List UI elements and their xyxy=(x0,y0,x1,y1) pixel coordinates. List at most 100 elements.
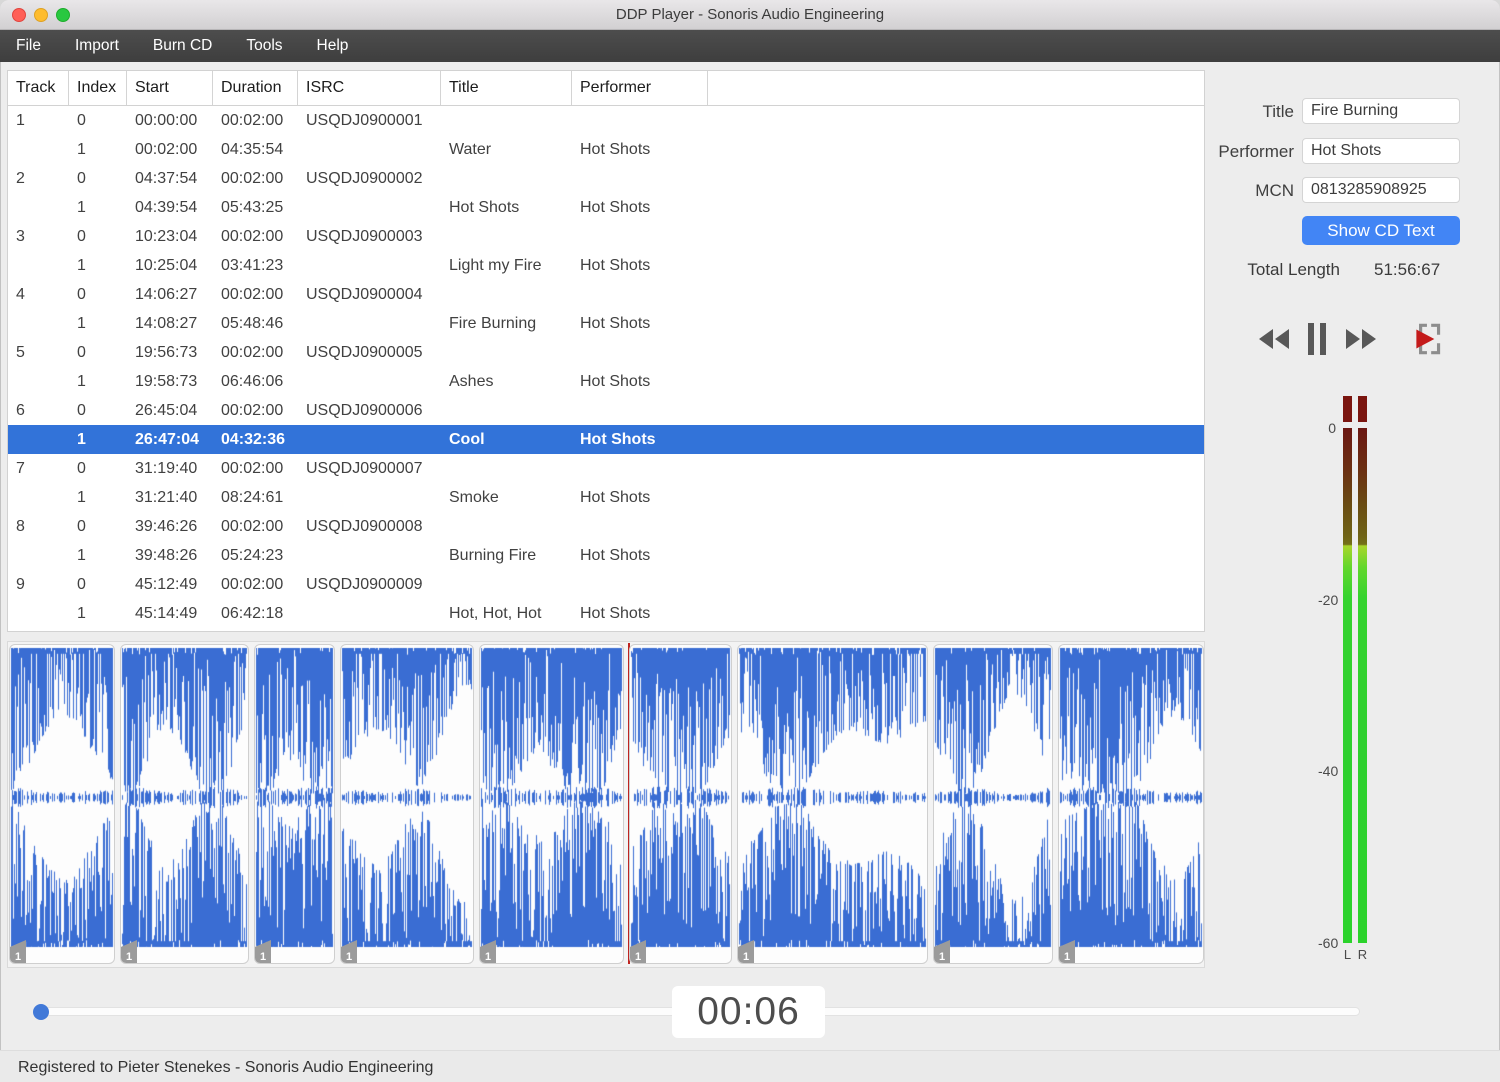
cell-performer xyxy=(572,280,708,309)
waveform-track-9[interactable]: 1 xyxy=(1058,644,1204,964)
cell-start: 00:02:00 xyxy=(135,141,198,158)
cell-isrc xyxy=(298,599,441,628)
track-row[interactable]: 6 0 26:45:04 00:02:00 USQDJ0900006 xyxy=(8,396,1204,425)
track-row[interactable]: 1 04:39:54 05:43:25 Hot Shots Hot Shots xyxy=(8,193,1204,222)
cell-start: 31:21:40 xyxy=(135,489,198,506)
waveform-track-7[interactable]: 1 xyxy=(737,644,928,964)
waveform-track-2[interactable]: 1 xyxy=(120,644,249,964)
play-selection-button[interactable] xyxy=(1408,320,1448,360)
cell-duration: 03:41:23 xyxy=(221,257,284,274)
cell-isrc: USQDJ0900009 xyxy=(306,576,423,593)
cell-index: 1 xyxy=(77,257,86,274)
column-header-filler xyxy=(708,71,1204,105)
cell-performer xyxy=(572,512,708,541)
time-value: 00:06 xyxy=(697,990,800,1033)
menu-file[interactable]: File xyxy=(0,30,58,62)
cell-track xyxy=(8,541,69,570)
waveform-canvas xyxy=(121,645,248,963)
title-field[interactable] xyxy=(1302,98,1460,124)
track-row[interactable]: 1 14:08:27 05:48:46 Fire Burning Hot Shots xyxy=(8,309,1204,338)
column-header-index[interactable]: Index xyxy=(69,71,127,105)
cell-track: 6 xyxy=(16,402,25,419)
cell-track xyxy=(8,367,69,396)
track-row[interactable]: 1 00:02:00 04:35:54 Water Hot Shots xyxy=(8,135,1204,164)
column-header-track[interactable]: Track xyxy=(8,71,69,105)
cell-duration: 00:02:00 xyxy=(221,286,284,303)
cell-performer xyxy=(572,454,708,483)
track-row[interactable]: 1 45:14:49 06:42:18 Hot, Hot, Hot Hot Shots xyxy=(8,599,1204,628)
track-row[interactable]: 1 39:48:26 05:24:23 Burning Fire Hot Shots xyxy=(8,541,1204,570)
seek-slider-thumb[interactable] xyxy=(33,1004,49,1020)
menu-import[interactable]: Import xyxy=(58,30,136,62)
cell-isrc: USQDJ0900001 xyxy=(306,112,423,129)
waveform-view[interactable]: 111111111 xyxy=(7,641,1205,968)
pause-button[interactable] xyxy=(1297,320,1337,360)
mcn-label: MCN xyxy=(1255,181,1294,200)
cell-start: 26:45:04 xyxy=(135,402,198,419)
track-row[interactable]: 1 0 00:00:00 00:02:00 USQDJ0900001 xyxy=(8,106,1204,135)
track-row-selected[interactable]: 1 26:47:04 04:32:36 Cool Hot Shots xyxy=(8,425,1204,454)
db-scale-label: -60 xyxy=(1318,935,1339,952)
cell-start: 14:06:27 xyxy=(135,286,198,303)
cell-title: Fire Burning xyxy=(449,315,537,332)
column-header-performer[interactable]: Performer xyxy=(572,71,708,105)
performer-label: Performer xyxy=(1218,142,1294,161)
column-header-title[interactable]: Title xyxy=(441,71,572,105)
cell-isrc xyxy=(298,483,441,512)
menu-tools[interactable]: Tools xyxy=(229,30,299,62)
fast-forward-icon xyxy=(1345,327,1379,354)
cell-track xyxy=(8,193,69,222)
column-header-isrc[interactable]: ISRC xyxy=(298,71,441,105)
cell-title: Water xyxy=(449,141,492,158)
track-row[interactable]: 8 0 39:46:26 00:02:00 USQDJ0900008 xyxy=(8,512,1204,541)
waveform-track-8[interactable]: 1 xyxy=(933,644,1053,964)
cell-index: 0 xyxy=(77,170,86,187)
cell-isrc xyxy=(298,541,441,570)
cell-title xyxy=(441,222,572,251)
track-table[interactable]: Track Index Start Duration ISRC Title Performe… xyxy=(7,70,1205,632)
cell-title: Light my Fire xyxy=(449,257,542,274)
cell-performer xyxy=(572,222,708,251)
cell-start: 00:00:00 xyxy=(135,112,198,129)
waveform-track-3[interactable]: 1 xyxy=(254,644,335,964)
mcn-field[interactable] xyxy=(1302,177,1460,203)
meter-bar-left xyxy=(1343,428,1352,943)
cell-title xyxy=(441,164,572,193)
performer-field[interactable] xyxy=(1302,138,1460,164)
column-header-duration[interactable]: Duration xyxy=(213,71,298,105)
cell-title xyxy=(441,454,572,483)
rewind-icon xyxy=(1256,327,1290,354)
waveform-track-4[interactable]: 1 xyxy=(340,644,474,964)
cell-title xyxy=(441,280,572,309)
time-display: 00:06 xyxy=(672,986,825,1038)
waveform-track-1[interactable]: 1 xyxy=(9,644,115,964)
track-row[interactable]: 1 31:21:40 08:24:61 Smoke Hot Shots xyxy=(8,483,1204,512)
track-row[interactable]: 2 0 04:37:54 00:02:00 USQDJ0900002 xyxy=(8,164,1204,193)
cell-track: 8 xyxy=(16,518,25,535)
cell-start: 26:47:04 xyxy=(135,431,200,448)
waveform-track-5[interactable]: 1 xyxy=(479,644,624,964)
cell-start: 14:08:27 xyxy=(135,315,198,332)
track-row[interactable]: 5 0 19:56:73 00:02:00 USQDJ0900005 xyxy=(8,338,1204,367)
cell-index: 1 xyxy=(77,547,86,564)
track-row[interactable]: 4 0 14:06:27 00:02:00 USQDJ0900004 xyxy=(8,280,1204,309)
cell-index: 0 xyxy=(77,576,86,593)
menu-help[interactable]: Help xyxy=(300,30,366,62)
track-row[interactable]: 1 10:25:04 03:41:23 Light my Fire Hot Shots xyxy=(8,251,1204,280)
menu-burn-cd[interactable]: Burn CD xyxy=(136,30,229,62)
cell-start: 19:58:73 xyxy=(135,373,198,390)
rewind-button[interactable] xyxy=(1253,320,1293,360)
track-row[interactable]: 1 19:58:73 06:46:06 Ashes Hot Shots xyxy=(8,367,1204,396)
fast-forward-button[interactable] xyxy=(1342,320,1382,360)
waveform-track-6[interactable]: 1 xyxy=(629,644,732,964)
track-row[interactable]: 7 0 31:19:40 00:02:00 USQDJ0900007 xyxy=(8,454,1204,483)
track-row[interactable]: 3 0 10:23:04 00:02:00 USQDJ0900003 xyxy=(8,222,1204,251)
cell-track: 1 xyxy=(16,112,25,129)
column-header-start[interactable]: Start xyxy=(127,71,213,105)
registration-text: Registered to Pieter Stenekes - Sonoris … xyxy=(18,1059,434,1076)
cell-track: 9 xyxy=(16,576,25,593)
show-cd-text-button[interactable]: Show CD Text xyxy=(1302,216,1460,245)
total-length-value: 51:56:67 xyxy=(1374,260,1441,279)
cell-performer xyxy=(572,106,708,135)
track-row[interactable]: 9 0 45:12:49 00:02:00 USQDJ0900009 xyxy=(8,570,1204,599)
